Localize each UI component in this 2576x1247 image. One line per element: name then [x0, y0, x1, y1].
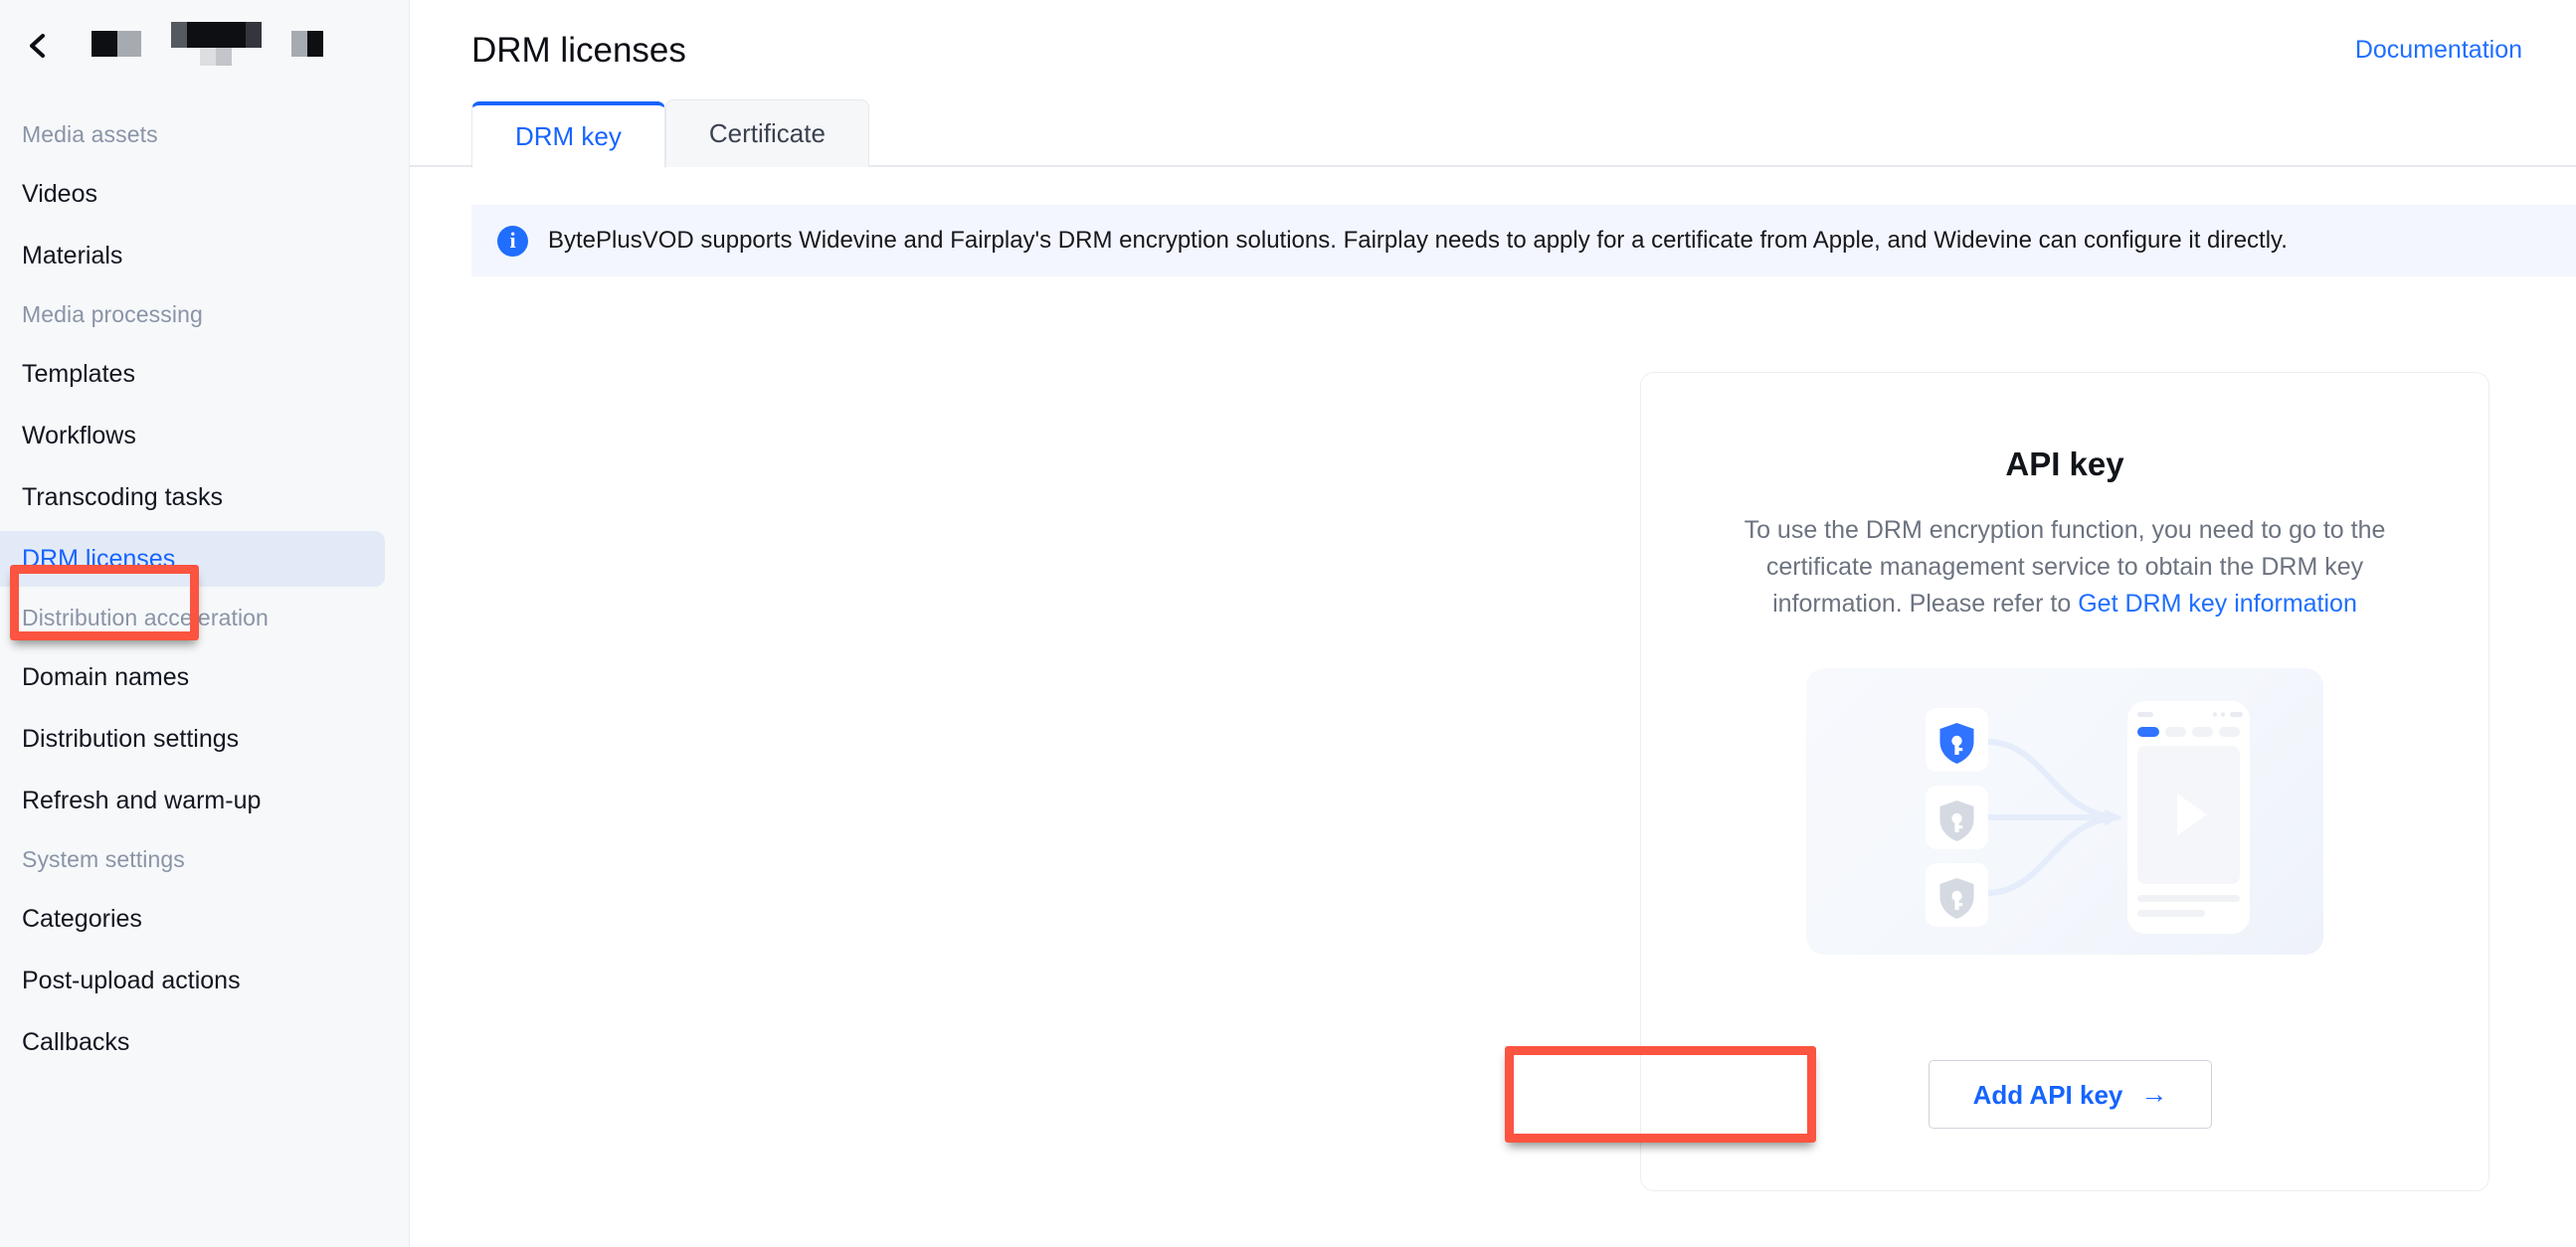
- sidebar-item-drm-licenses[interactable]: DRM licenses: [0, 531, 385, 587]
- sidebar-group-distribution-acceleration: Distribution acceleration: [22, 605, 269, 630]
- sidebar-group-media-processing: Media processing: [22, 301, 203, 327]
- sidebar-item-callbacks[interactable]: Callbacks: [0, 1014, 385, 1070]
- app-root: Media assets Videos Materials Media proc…: [0, 0, 2576, 1247]
- api-key-card-title: API key: [2005, 445, 2124, 482]
- tab-drm-key[interactable]: DRM key: [471, 101, 665, 169]
- drm-illustration: [1806, 668, 2323, 955]
- api-key-card-description: To use the DRM encryption function, you …: [1705, 512, 2425, 623]
- main-content: DRM licenses Documentation DRM key Certi…: [410, 0, 2576, 1247]
- back-chevron-icon[interactable]: [22, 29, 56, 63]
- add-api-key-button[interactable]: Add API key →: [1929, 1060, 2212, 1129]
- info-banner-text: BytePlusVOD supports Widevine and Fairpl…: [548, 226, 2288, 254]
- sidebar-group-media-assets: Media assets: [22, 121, 158, 147]
- sidebar-item-templates[interactable]: Templates: [0, 346, 385, 402]
- redacted-block-2: [171, 22, 262, 66]
- sidebar-item-materials[interactable]: Materials: [0, 228, 385, 283]
- info-circle-icon: i: [497, 225, 528, 257]
- redacted-block-3: [291, 31, 323, 57]
- sidebar: Media assets Videos Materials Media proc…: [0, 0, 410, 1247]
- page-header: DRM licenses Documentation: [410, 0, 2576, 99]
- documentation-link[interactable]: Documentation: [2355, 37, 2522, 63]
- sidebar-item-workflows[interactable]: Workflows: [0, 408, 385, 463]
- info-banner: i BytePlusVOD supports Widevine and Fair…: [471, 205, 2576, 276]
- sidebar-item-videos[interactable]: Videos: [0, 166, 385, 222]
- tab-bar: DRM key Certificate: [410, 99, 2576, 169]
- sidebar-item-post-upload-actions[interactable]: Post-upload actions: [0, 953, 385, 1008]
- tab-certificate[interactable]: Certificate: [664, 99, 869, 167]
- sidebar-item-domain-names[interactable]: Domain names: [0, 649, 385, 705]
- add-api-key-label: Add API key: [1972, 1079, 2123, 1110]
- sidebar-item-transcoding-tasks[interactable]: Transcoding tasks: [0, 469, 385, 525]
- redacted-account-title: [92, 22, 323, 66]
- sidebar-item-categories[interactable]: Categories: [0, 891, 385, 947]
- sidebar-nav: Media assets Videos Materials Media proc…: [0, 91, 409, 1070]
- arrow-right-icon: →: [2140, 1079, 2168, 1109]
- sidebar-group-system-settings: System settings: [22, 846, 185, 872]
- sidebar-header: [0, 0, 409, 91]
- sidebar-item-refresh-and-warm-up[interactable]: Refresh and warm-up: [0, 773, 385, 828]
- get-drm-key-information-link[interactable]: Get DRM key information: [2078, 590, 2357, 618]
- page-title: DRM licenses: [471, 30, 686, 70]
- sidebar-item-distribution-settings[interactable]: Distribution settings: [0, 711, 385, 767]
- redacted-block-1: [92, 31, 141, 57]
